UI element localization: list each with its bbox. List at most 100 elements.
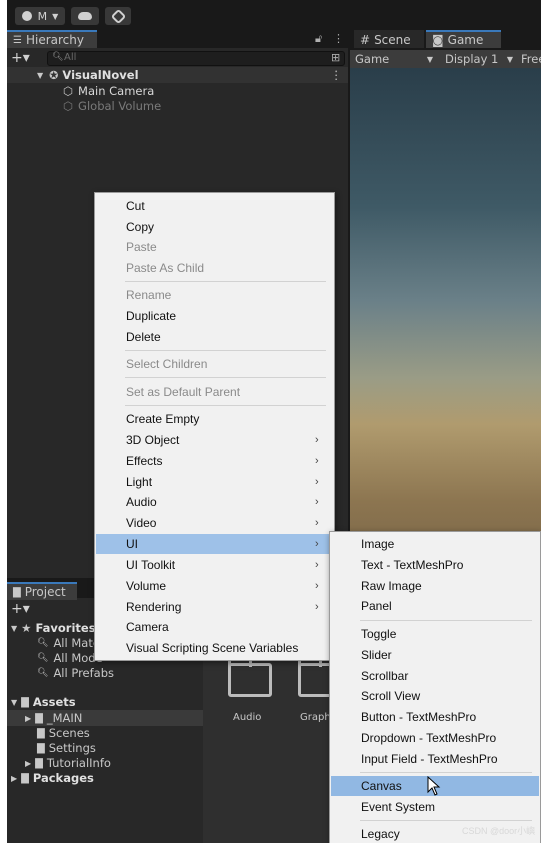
assets-item-tutorialinfo[interactable]: ▶ ▇ TutorialInfo: [25, 755, 111, 771]
menu-item-delete[interactable]: Delete: [96, 327, 333, 347]
aspect-dropdown[interactable]: Free: [521, 51, 541, 67]
search-input[interactable]: 🔍︎ All: [47, 51, 345, 66]
menu-item-effects[interactable]: Effects ›: [96, 451, 333, 471]
mouse-cursor-icon: [427, 776, 441, 796]
favorites-item-label: All Prefabs: [53, 666, 115, 680]
submenu-arrow-icon: ›: [315, 580, 319, 592]
menu-item-ui-toolkit[interactable]: UI Toolkit ›: [96, 555, 333, 575]
collab-button[interactable]: [105, 7, 131, 25]
unity-editor: M ▼ ☰ Hierarchy 🔓︎ ⋮ +▾ 🔍︎ All ⊞ ▼ ✪ Vis…: [7, 0, 541, 843]
packages-label: Packages: [32, 771, 94, 785]
menu-item-set-default-parent: Set as Default Parent: [96, 382, 333, 402]
assets-header[interactable]: ▼ ▇ Assets: [11, 694, 76, 710]
assets-item-main[interactable]: ▶ ▇ _MAIN: [7, 710, 203, 726]
grid-item-audio[interactable]: Audio: [233, 712, 261, 723]
scene-filter-icon[interactable]: ⊞: [331, 51, 340, 64]
menu-item-visual-scripting-scene-variables[interactable]: Visual Scripting Scene Variables: [96, 638, 333, 658]
search-icon: 🔍︎: [37, 653, 49, 663]
project-add-button[interactable]: +▾: [11, 601, 30, 617]
menu-item-create-empty[interactable]: Create Empty: [96, 409, 333, 429]
menu-item-label: Panel: [361, 599, 392, 613]
hierarchy-item-label: Global Volume: [78, 99, 162, 113]
lock-icon[interactable]: 🔓︎: [315, 32, 322, 46]
cloud-button[interactable]: [71, 7, 99, 25]
submenu-item-panel[interactable]: Panel: [331, 596, 539, 616]
menu-item-label: Set as Default Parent: [126, 385, 241, 399]
menu-item-label: Text - TextMeshPro: [361, 558, 464, 572]
tab-project[interactable]: ▇ Project: [7, 582, 77, 600]
submenu-item-input-field-textmeshpro[interactable]: Input Field - TextMeshPro: [331, 749, 539, 769]
submenu-arrow-icon: ›: [315, 601, 319, 613]
menu-item-label: Canvas: [361, 779, 402, 793]
menu-item-label: Light: [126, 475, 153, 489]
game-view-dropdown[interactable]: Game ▼: [355, 51, 433, 67]
assets-item-settings[interactable]: ▇ Settings: [37, 740, 96, 756]
menu-separator: [360, 772, 532, 773]
submenu-item-slider[interactable]: Slider: [331, 645, 539, 665]
submenu-item-event-system[interactable]: Event System: [331, 797, 539, 817]
menu-item-volume[interactable]: Volume ›: [96, 576, 333, 596]
game-dropdown-label: Game: [355, 52, 390, 66]
menu-item-3d-object[interactable]: 3D Object ›: [96, 430, 333, 450]
grid-icon: #: [360, 33, 371, 47]
display-dropdown-label: Display 1: [445, 52, 499, 66]
more-options-icon[interactable]: ⋮: [333, 32, 344, 45]
submenu-item-text-textmeshpro[interactable]: Text - TextMeshPro: [331, 555, 539, 575]
submenu-item-button-textmeshpro[interactable]: Button - TextMeshPro: [331, 707, 539, 727]
menu-item-label: Cut: [126, 199, 145, 213]
menu-item-video[interactable]: Video ›: [96, 513, 333, 533]
menu-item-label: Event System: [361, 800, 436, 814]
folder-icon: ▇: [35, 757, 43, 769]
menu-item-label: Legacy: [361, 827, 400, 841]
aspect-dropdown-label: Free: [521, 52, 541, 66]
scene-tab-label: Scene: [374, 33, 411, 47]
top-toolbar: M ▼: [7, 0, 541, 30]
add-button[interactable]: +▾: [11, 50, 30, 66]
menu-item-ui[interactable]: UI ›: [96, 534, 333, 554]
menu-item-duplicate[interactable]: Duplicate: [96, 306, 333, 326]
account-icon: [21, 11, 32, 21]
tab-scene[interactable]: # Scene: [354, 30, 424, 48]
menu-item-camera[interactable]: Camera: [96, 617, 333, 637]
favorites-item[interactable]: 🔍︎ All Prefabs: [37, 665, 114, 681]
menu-item-label: Paste: [126, 240, 157, 254]
scene-more-icon[interactable]: ⋮: [331, 68, 343, 82]
submenu-item-scroll-view[interactable]: Scroll View: [331, 686, 539, 706]
submenu-item-raw-image[interactable]: Raw Image: [331, 576, 539, 596]
assets-item-label: _MAIN: [46, 711, 83, 725]
menu-item-label: Create Empty: [126, 412, 200, 426]
submenu-item-toggle[interactable]: Toggle: [331, 624, 539, 644]
menu-item-copy[interactable]: Copy: [96, 217, 333, 237]
tab-game[interactable]: ◙ Game: [426, 30, 501, 48]
scene-row[interactable]: ▼ ✪ VisualNovel ⋮: [7, 67, 348, 83]
menu-item-audio[interactable]: Audio ›: [96, 492, 333, 512]
menu-item-rendering[interactable]: Rendering ›: [96, 597, 333, 617]
hierarchy-item-main-camera[interactable]: ⬡ Main Camera: [63, 83, 154, 99]
menu-separator: [125, 281, 326, 282]
grid-item-graph[interactable]: Graph: [300, 712, 331, 723]
submenu-item-image[interactable]: Image: [331, 534, 539, 554]
expand-arrow-icon: ▼: [11, 623, 18, 633]
menu-item-light[interactable]: Light ›: [96, 472, 333, 492]
packages-header[interactable]: ▶ ▇ Packages: [11, 770, 94, 786]
menu-item-label: Visual Scripting Scene Variables: [126, 641, 299, 655]
search-icon: 🔍︎: [52, 52, 64, 62]
submenu-arrow-icon: ›: [315, 538, 319, 550]
hierarchy-item-global-volume[interactable]: ⬡ Global Volume: [63, 98, 161, 114]
menu-item-label: Delete: [126, 330, 161, 344]
menu-item-label: Video: [126, 516, 157, 530]
favorites-item[interactable]: 🔍︎ All Mate: [37, 635, 100, 651]
submenu-item-dropdown-textmeshpro[interactable]: Dropdown - TextMeshPro: [331, 728, 539, 748]
menu-item-label: Raw Image: [361, 579, 422, 593]
audio-folder-icon[interactable]: [228, 657, 272, 697]
display-dropdown[interactable]: Display 1 ▼: [445, 51, 513, 67]
submenu-item-scrollbar[interactable]: Scrollbar: [331, 666, 539, 686]
menu-item-cut[interactable]: Cut: [96, 196, 333, 216]
assets-item-scenes[interactable]: ▇ Scenes: [37, 725, 90, 741]
tab-hierarchy[interactable]: ☰ Hierarchy: [7, 30, 97, 48]
favorites-header[interactable]: ▼ ★ Favorites: [11, 620, 96, 636]
account-dropdown[interactable]: M ▼: [15, 7, 65, 25]
menu-separator: [360, 820, 532, 821]
favorites-item[interactable]: 🔍︎ All Mode: [37, 650, 103, 666]
collab-icon: [110, 8, 126, 24]
